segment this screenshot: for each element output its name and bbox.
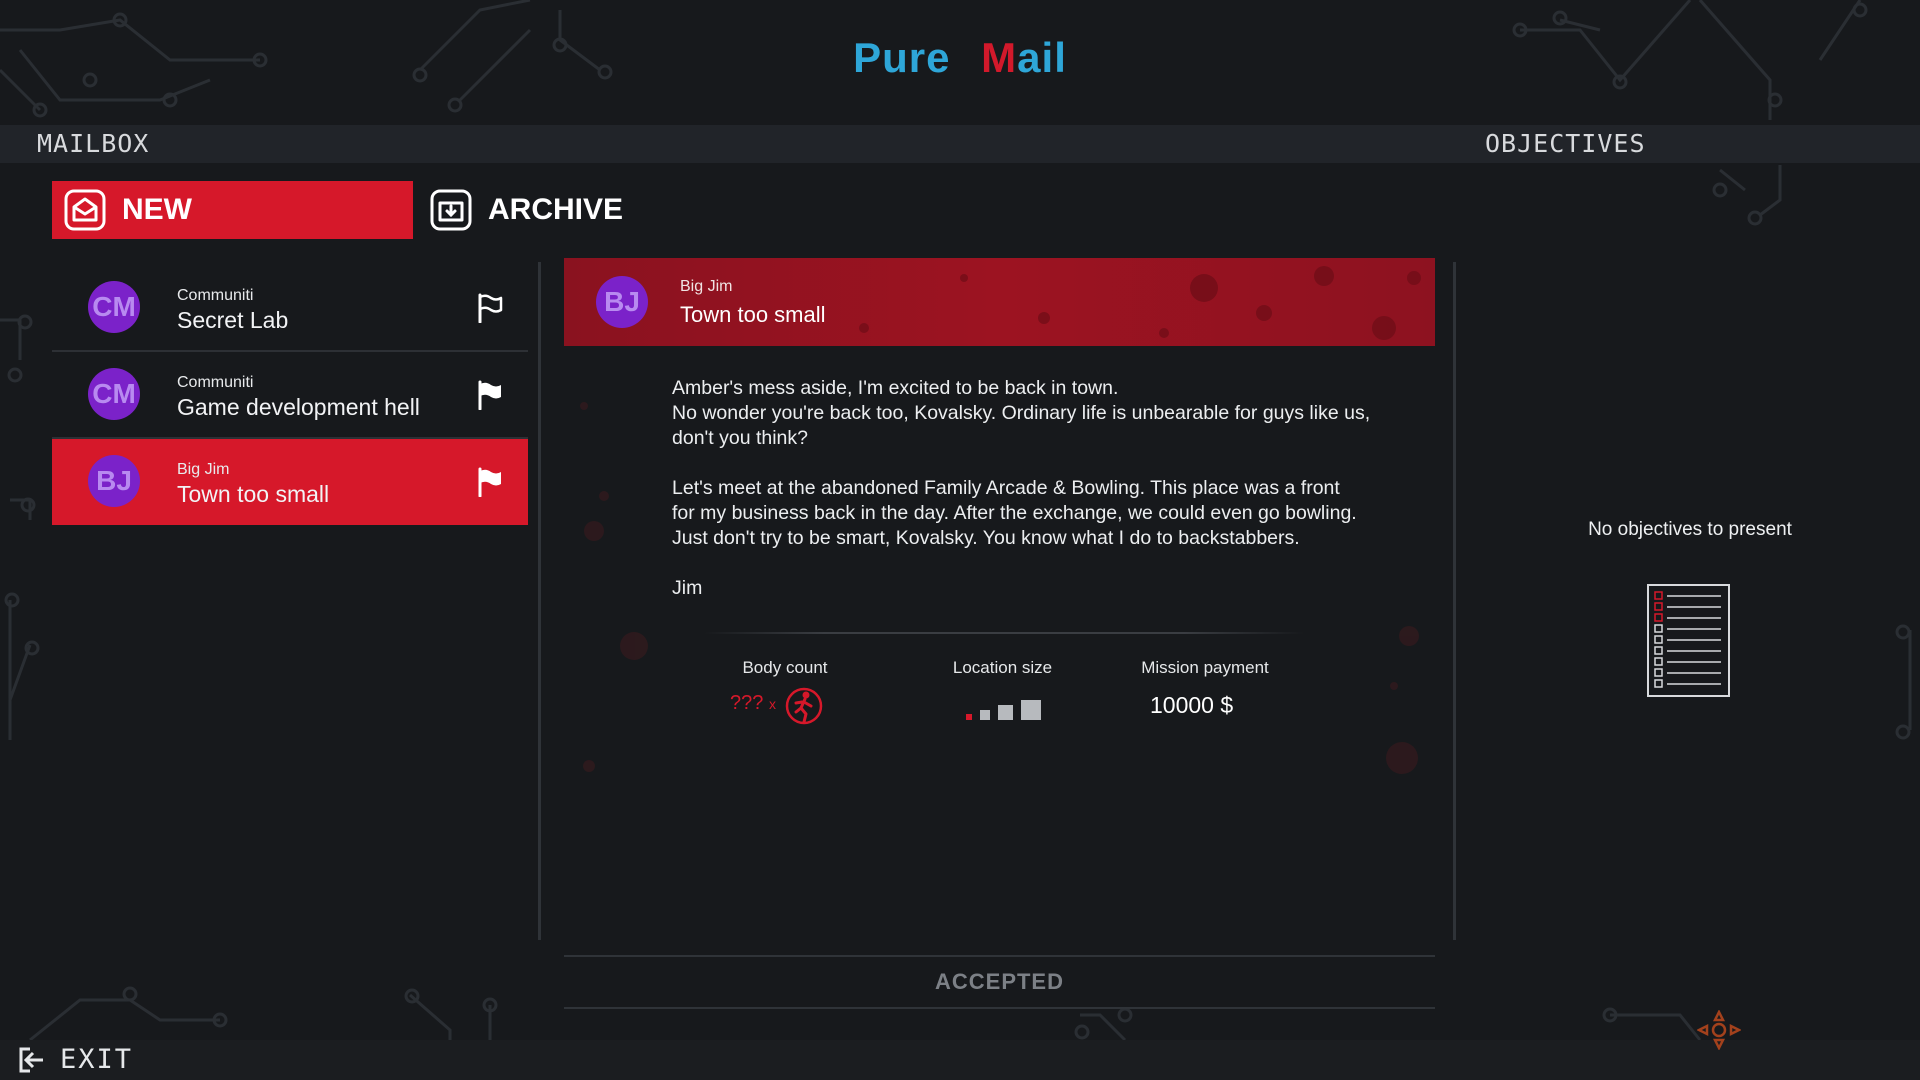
- message-subject: Town too small: [680, 302, 826, 327]
- location-size-bar-3: [998, 705, 1013, 720]
- exit-door-icon: [19, 1047, 43, 1072]
- compass-icon: [1697, 1010, 1741, 1050]
- location-size-bar-2: [980, 710, 990, 720]
- mail-sender: Communiti: [177, 374, 254, 391]
- list-divider: [538, 262, 541, 940]
- avatar: BJ: [88, 455, 140, 507]
- accepted-label: ACCEPTED: [934, 969, 1064, 994]
- location-size-label: Location size: [952, 658, 1053, 677]
- location-size-bar-1: [966, 714, 972, 720]
- flag-filled-icon[interactable]: [476, 380, 504, 410]
- logo-text-pure: Pure: [853, 34, 951, 81]
- mailbox-heading: MAILBOX: [37, 129, 150, 158]
- body-count-multiplier: x: [768, 696, 776, 712]
- mail-subject: Secret Lab: [177, 307, 289, 333]
- open-envelope-icon: [64, 189, 106, 231]
- app-logo: Pure Mail: [0, 34, 1920, 82]
- message-line: Let's meet at the abandoned Family Arcad…: [672, 477, 1340, 499]
- mail-subject: Game development hell: [177, 394, 420, 420]
- location-size-meter: [966, 696, 1041, 720]
- message-header: BJ Big Jim Town too small: [564, 258, 1435, 346]
- message-sender: Big Jim: [680, 278, 733, 295]
- section-header-bar: MAILBOX OBJECTIVES: [0, 125, 1920, 163]
- objectives-heading: OBJECTIVES: [1485, 129, 1646, 158]
- tab-new-label: NEW: [122, 193, 192, 226]
- exit-button[interactable]: EXIT: [18, 1044, 133, 1075]
- message-line: No wonder you're back too, Kovalsky. Ord…: [672, 402, 1371, 424]
- archive-box-icon: [430, 189, 472, 231]
- mail-list: CM Communiti Secret Lab CM Communiti Gam…: [52, 265, 528, 525]
- message-body: Amber's mess aside, I'm excited to be ba…: [672, 376, 1392, 626]
- mission-payment-value: 10000 $: [1150, 692, 1234, 718]
- accepted-status-button[interactable]: ACCEPTED: [564, 955, 1435, 1009]
- body-count-value: ??? x: [730, 692, 776, 715]
- avatar: BJ: [596, 276, 648, 328]
- logo-m: M: [981, 34, 1018, 81]
- objectives-divider: [1453, 262, 1456, 940]
- tab-new[interactable]: NEW: [52, 181, 413, 239]
- exit-label: EXIT: [60, 1044, 134, 1075]
- mail-list-item[interactable]: CM Communiti Game development hell: [52, 352, 528, 439]
- tab-archive[interactable]: ARCHIVE: [428, 181, 648, 239]
- logo-text-ail: ail: [1017, 34, 1067, 81]
- message-line: Amber's mess aside, I'm excited to be ba…: [672, 377, 1119, 399]
- person-target-icon: [785, 687, 823, 725]
- avatar: CM: [88, 281, 140, 333]
- flag-outline-icon[interactable]: [476, 293, 504, 323]
- avatar: CM: [88, 368, 140, 420]
- location-size-bar-4: [1021, 700, 1041, 720]
- no-objectives-text: No objectives to present: [1588, 519, 1792, 540]
- footer-bar: [0, 1040, 1920, 1080]
- checklist-icon: [1647, 584, 1730, 697]
- tab-archive-label: ARCHIVE: [488, 193, 624, 226]
- body-count-number: ???: [730, 692, 764, 714]
- mail-list-item[interactable]: CM Communiti Secret Lab: [52, 265, 528, 352]
- message-line: don't you think?: [672, 427, 808, 449]
- message-line: Just don't try to be smart, Kovalsky. Yo…: [672, 527, 1300, 549]
- message-line: for my business back in the day. After t…: [672, 502, 1357, 524]
- mail-subject: Town too small: [177, 481, 330, 507]
- mail-sender: Communiti: [177, 287, 254, 304]
- body-count-label: Body count: [742, 658, 828, 677]
- mail-sender: Big Jim: [177, 461, 230, 478]
- message-signature: Jim: [672, 577, 703, 599]
- stats-divider: [704, 632, 1304, 634]
- mail-list-item-selected[interactable]: BJ Big Jim Town too small: [52, 439, 528, 525]
- flag-filled-icon[interactable]: [476, 467, 504, 497]
- mission-payment-label: Mission payment: [1141, 658, 1269, 677]
